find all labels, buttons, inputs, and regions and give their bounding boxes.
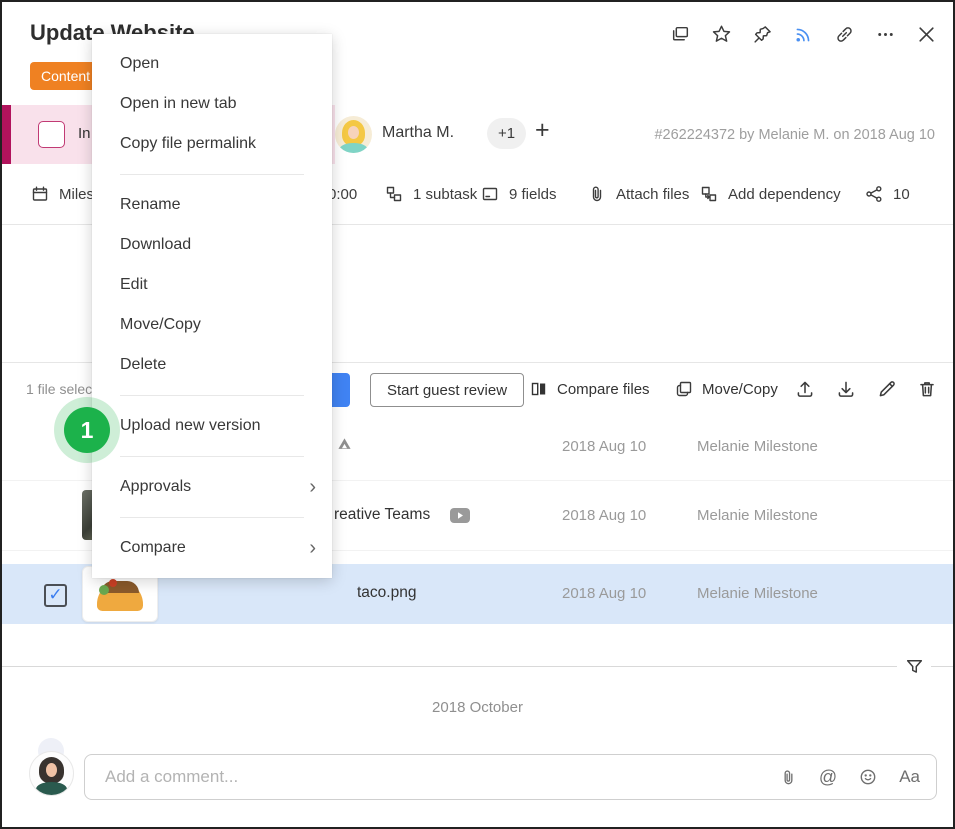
file-checkbox-checked[interactable]: ✓ [44,584,67,607]
google-drive-icon [335,435,354,454]
pin-icon[interactable] [751,23,773,45]
star-icon[interactable] [710,23,732,45]
edit-icon[interactable] [876,378,898,400]
menu-divider [120,174,304,175]
download-icon[interactable] [835,378,857,400]
compare-files-icon [529,379,549,399]
menu-item-delete[interactable]: Delete [92,345,332,385]
attach-files-button[interactable]: Attach files [587,164,689,224]
mention-icon[interactable]: @ [819,767,837,788]
delete-icon[interactable] [916,378,938,400]
task-panel: Update Website Content In Design [0,0,955,829]
stream-divider [2,666,953,667]
comment-input[interactable] [85,755,765,799]
menu-item-approvals[interactable]: Approvals › [92,467,332,507]
menu-divider [120,517,304,518]
status-color-bar [2,105,11,164]
menu-item-open-new-tab[interactable]: Open in new tab [92,84,332,124]
annotation-step-badge: 1 [64,407,110,453]
move-copy-button[interactable]: Move/Copy [674,363,778,415]
menu-item-copy-permalink[interactable]: Copy file permalink [92,124,332,164]
permalink-icon[interactable] [833,23,855,45]
attach-icon[interactable] [779,768,798,787]
move-copy-icon [674,379,694,399]
calendar-icon [30,184,50,204]
emoji-icon[interactable] [858,767,878,787]
file-date: 2018 Aug 10 [562,585,646,602]
more-options-icon[interactable] [874,23,896,45]
menu-item-compare[interactable]: Compare › [92,528,332,568]
file-owner: Melanie Milestone [697,438,818,455]
file-context-menu: Open Open in new tab Copy file permalink… [92,34,332,578]
assignee-name[interactable]: Martha M. [382,124,454,142]
menu-item-edit[interactable]: Edit [92,265,332,305]
header-actions [669,23,937,45]
file-owner: Melanie Milestone [697,585,818,602]
menu-divider [120,395,304,396]
fields-icon [480,184,500,204]
share-icon [864,184,884,204]
dependency-icon [699,184,719,204]
fields-button[interactable]: 9 fields [480,164,557,224]
share-button[interactable]: 10 [864,164,910,224]
filter-button[interactable] [897,650,931,682]
timeline-group-label: 2018 October [2,699,953,716]
add-assignee-button[interactable]: + [535,116,550,145]
current-user-avatar [29,751,74,796]
start-guest-review-button[interactable]: Start guest review [370,373,524,407]
file-owner: Melanie Milestone [697,507,818,524]
assignee-avatar[interactable] [335,116,372,153]
menu-item-rename[interactable]: Rename [92,185,332,225]
add-dependency-button[interactable]: Add dependency [699,164,841,224]
menu-item-download[interactable]: Download [92,225,332,265]
paperclip-icon [587,184,607,204]
menu-item-open[interactable]: Open [92,44,332,84]
close-icon[interactable] [915,23,937,45]
filter-icon [904,656,925,677]
follow-icon[interactable] [792,23,814,45]
task-meta: #262224372 by Melanie M. on 2018 Aug 10 [654,127,935,143]
youtube-icon [449,507,471,524]
extra-assignees-badge[interactable]: +1 [487,118,526,149]
file-date: 2018 Aug 10 [562,507,646,524]
open-in-new-window-icon[interactable] [669,23,691,45]
menu-item-move-copy[interactable]: Move/Copy [92,305,332,345]
compare-files-button[interactable]: Compare files [529,363,650,415]
menu-item-upload-new-version[interactable]: Upload new version [92,406,332,446]
comment-box: @ Aa [84,754,937,800]
text-format-button[interactable]: Aa [899,767,920,787]
chevron-right-icon: › [309,528,316,568]
subtasks-button[interactable]: 1 subtask [384,164,477,224]
file-name[interactable]: taco.png [357,584,416,602]
folder-tag-badge[interactable]: Content [30,62,101,90]
subtask-icon [384,184,404,204]
complete-checkbox[interactable] [38,121,65,148]
file-date: 2018 Aug 10 [562,438,646,455]
comment-actions: @ Aa [779,755,920,799]
chevron-right-icon: › [309,467,316,507]
file-name[interactable]: reative Teams [334,506,430,524]
menu-divider [120,456,304,457]
time-tracker[interactable]: 0:00 [328,164,357,224]
upload-icon[interactable] [794,378,816,400]
